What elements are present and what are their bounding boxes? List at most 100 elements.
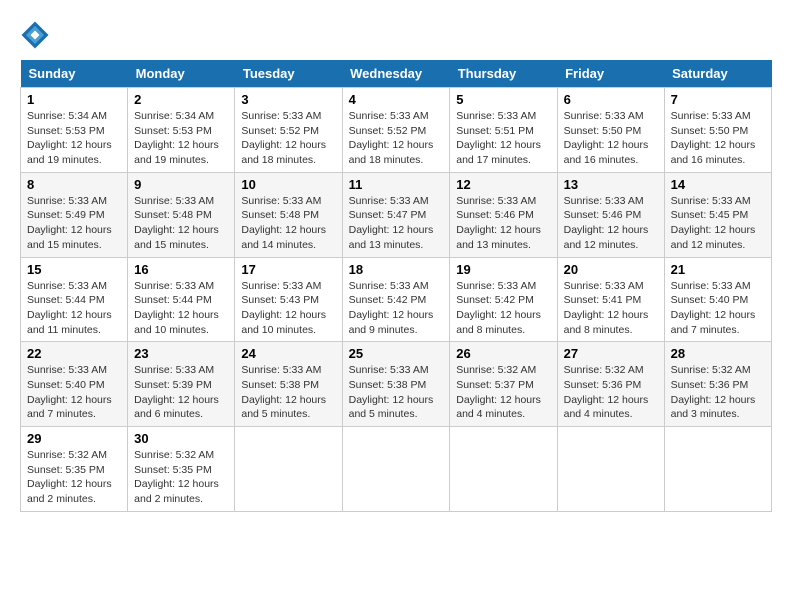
calendar-cell: 21 Sunrise: 5:33 AMSunset: 5:40 PMDaylig… [664,257,771,342]
day-info: Sunrise: 5:33 AMSunset: 5:46 PMDaylight:… [456,195,541,251]
day-number: 5 [456,92,550,107]
day-info: Sunrise: 5:33 AMSunset: 5:41 PMDaylight:… [564,280,649,336]
calendar-cell: 13 Sunrise: 5:33 AMSunset: 5:46 PMDaylig… [557,172,664,257]
calendar-cell: 10 Sunrise: 5:33 AMSunset: 5:48 PMDaylig… [235,172,342,257]
calendar-cell: 4 Sunrise: 5:33 AMSunset: 5:52 PMDayligh… [342,88,450,173]
day-number: 3 [241,92,335,107]
calendar-week-2: 8 Sunrise: 5:33 AMSunset: 5:49 PMDayligh… [21,172,772,257]
day-info: Sunrise: 5:33 AMSunset: 5:38 PMDaylight:… [349,364,434,420]
calendar-cell: 12 Sunrise: 5:33 AMSunset: 5:46 PMDaylig… [450,172,557,257]
calendar-cell: 5 Sunrise: 5:33 AMSunset: 5:51 PMDayligh… [450,88,557,173]
day-number: 23 [134,346,228,361]
calendar-cell: 25 Sunrise: 5:33 AMSunset: 5:38 PMDaylig… [342,342,450,427]
day-number: 2 [134,92,228,107]
day-info: Sunrise: 5:33 AMSunset: 5:43 PMDaylight:… [241,280,326,336]
day-info: Sunrise: 5:33 AMSunset: 5:51 PMDaylight:… [456,110,541,166]
day-info: Sunrise: 5:33 AMSunset: 5:50 PMDaylight:… [671,110,756,166]
weekday-thursday: Thursday [450,60,557,88]
calendar-week-5: 29 Sunrise: 5:32 AMSunset: 5:35 PMDaylig… [21,427,772,512]
day-number: 17 [241,262,335,277]
calendar-table: SundayMondayTuesdayWednesdayThursdayFrid… [20,60,772,512]
calendar-cell: 9 Sunrise: 5:33 AMSunset: 5:48 PMDayligh… [128,172,235,257]
calendar-cell: 7 Sunrise: 5:33 AMSunset: 5:50 PMDayligh… [664,88,771,173]
calendar-cell: 24 Sunrise: 5:33 AMSunset: 5:38 PMDaylig… [235,342,342,427]
calendar-week-4: 22 Sunrise: 5:33 AMSunset: 5:40 PMDaylig… [21,342,772,427]
calendar-cell [557,427,664,512]
calendar-cell: 14 Sunrise: 5:33 AMSunset: 5:45 PMDaylig… [664,172,771,257]
day-number: 7 [671,92,765,107]
calendar-cell: 22 Sunrise: 5:33 AMSunset: 5:40 PMDaylig… [21,342,128,427]
day-info: Sunrise: 5:33 AMSunset: 5:52 PMDaylight:… [241,110,326,166]
day-info: Sunrise: 5:33 AMSunset: 5:48 PMDaylight:… [241,195,326,251]
day-number: 13 [564,177,658,192]
day-info: Sunrise: 5:32 AMSunset: 5:36 PMDaylight:… [671,364,756,420]
day-number: 22 [27,346,121,361]
calendar-cell: 18 Sunrise: 5:33 AMSunset: 5:42 PMDaylig… [342,257,450,342]
logo [20,20,54,50]
day-info: Sunrise: 5:33 AMSunset: 5:52 PMDaylight:… [349,110,434,166]
day-info: Sunrise: 5:33 AMSunset: 5:40 PMDaylight:… [27,364,112,420]
calendar-cell: 15 Sunrise: 5:33 AMSunset: 5:44 PMDaylig… [21,257,128,342]
day-info: Sunrise: 5:33 AMSunset: 5:40 PMDaylight:… [671,280,756,336]
day-number: 12 [456,177,550,192]
day-number: 29 [27,431,121,446]
calendar-cell: 8 Sunrise: 5:33 AMSunset: 5:49 PMDayligh… [21,172,128,257]
logo-icon [20,20,50,50]
day-number: 26 [456,346,550,361]
day-number: 1 [27,92,121,107]
day-info: Sunrise: 5:33 AMSunset: 5:38 PMDaylight:… [241,364,326,420]
day-info: Sunrise: 5:32 AMSunset: 5:36 PMDaylight:… [564,364,649,420]
day-number: 19 [456,262,550,277]
calendar-cell: 11 Sunrise: 5:33 AMSunset: 5:47 PMDaylig… [342,172,450,257]
day-info: Sunrise: 5:33 AMSunset: 5:42 PMDaylight:… [349,280,434,336]
day-info: Sunrise: 5:33 AMSunset: 5:44 PMDaylight:… [134,280,219,336]
calendar-cell: 20 Sunrise: 5:33 AMSunset: 5:41 PMDaylig… [557,257,664,342]
calendar-cell: 16 Sunrise: 5:33 AMSunset: 5:44 PMDaylig… [128,257,235,342]
day-info: Sunrise: 5:33 AMSunset: 5:42 PMDaylight:… [456,280,541,336]
day-number: 6 [564,92,658,107]
day-info: Sunrise: 5:33 AMSunset: 5:49 PMDaylight:… [27,195,112,251]
calendar-cell [450,427,557,512]
day-number: 25 [349,346,444,361]
calendar-cell: 17 Sunrise: 5:33 AMSunset: 5:43 PMDaylig… [235,257,342,342]
day-number: 28 [671,346,765,361]
day-info: Sunrise: 5:33 AMSunset: 5:44 PMDaylight:… [27,280,112,336]
day-info: Sunrise: 5:33 AMSunset: 5:48 PMDaylight:… [134,195,219,251]
day-info: Sunrise: 5:32 AMSunset: 5:37 PMDaylight:… [456,364,541,420]
day-number: 30 [134,431,228,446]
weekday-saturday: Saturday [664,60,771,88]
day-info: Sunrise: 5:33 AMSunset: 5:45 PMDaylight:… [671,195,756,251]
day-info: Sunrise: 5:34 AMSunset: 5:53 PMDaylight:… [134,110,219,166]
calendar-week-1: 1 Sunrise: 5:34 AMSunset: 5:53 PMDayligh… [21,88,772,173]
calendar-cell: 1 Sunrise: 5:34 AMSunset: 5:53 PMDayligh… [21,88,128,173]
day-number: 9 [134,177,228,192]
day-number: 18 [349,262,444,277]
calendar-cell: 27 Sunrise: 5:32 AMSunset: 5:36 PMDaylig… [557,342,664,427]
weekday-monday: Monday [128,60,235,88]
calendar-cell: 19 Sunrise: 5:33 AMSunset: 5:42 PMDaylig… [450,257,557,342]
day-number: 4 [349,92,444,107]
calendar-week-3: 15 Sunrise: 5:33 AMSunset: 5:44 PMDaylig… [21,257,772,342]
day-number: 10 [241,177,335,192]
day-number: 24 [241,346,335,361]
day-info: Sunrise: 5:34 AMSunset: 5:53 PMDaylight:… [27,110,112,166]
day-number: 20 [564,262,658,277]
day-number: 15 [27,262,121,277]
day-number: 11 [349,177,444,192]
day-number: 27 [564,346,658,361]
weekday-sunday: Sunday [21,60,128,88]
day-info: Sunrise: 5:32 AMSunset: 5:35 PMDaylight:… [27,449,112,505]
weekday-wednesday: Wednesday [342,60,450,88]
calendar-cell: 26 Sunrise: 5:32 AMSunset: 5:37 PMDaylig… [450,342,557,427]
day-info: Sunrise: 5:33 AMSunset: 5:50 PMDaylight:… [564,110,649,166]
page-header [20,20,772,50]
calendar-cell: 3 Sunrise: 5:33 AMSunset: 5:52 PMDayligh… [235,88,342,173]
day-number: 21 [671,262,765,277]
day-info: Sunrise: 5:33 AMSunset: 5:46 PMDaylight:… [564,195,649,251]
weekday-header-row: SundayMondayTuesdayWednesdayThursdayFrid… [21,60,772,88]
day-info: Sunrise: 5:32 AMSunset: 5:35 PMDaylight:… [134,449,219,505]
calendar-cell: 6 Sunrise: 5:33 AMSunset: 5:50 PMDayligh… [557,88,664,173]
calendar-body: 1 Sunrise: 5:34 AMSunset: 5:53 PMDayligh… [21,88,772,512]
day-number: 16 [134,262,228,277]
calendar-cell [342,427,450,512]
